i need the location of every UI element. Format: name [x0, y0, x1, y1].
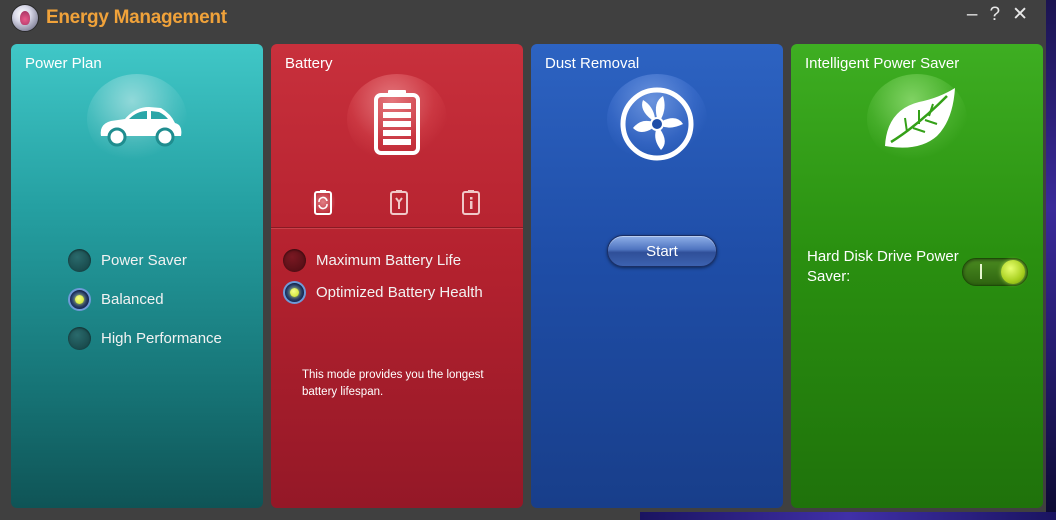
- battery-panel: Battery Maximum Battery Life Optimized B…: [271, 44, 523, 508]
- high-performance-radio[interactable]: [68, 327, 91, 350]
- optimized-battery-health-label: Optimized Battery Health: [316, 284, 483, 301]
- fan-icon: [607, 74, 707, 164]
- power-saver-radio[interactable]: [68, 249, 91, 272]
- dust-removal-panel: Dust Removal Start: [531, 44, 783, 508]
- energy-gauge-icon: [11, 4, 39, 32]
- maximum-battery-life-option[interactable]: Maximum Battery Life: [283, 249, 461, 272]
- car-icon: [87, 74, 187, 164]
- help-button[interactable]: ?: [990, 4, 1001, 26]
- battery-mode-description: This mode provides you the longest batte…: [302, 369, 484, 398]
- maximum-battery-life-radio[interactable]: [283, 249, 306, 272]
- minimize-button[interactable]: –: [967, 4, 978, 26]
- battery-refresh-icon[interactable]: [311, 188, 335, 216]
- high-performance-label: High Performance: [101, 330, 222, 347]
- desktop-background: [1046, 0, 1056, 520]
- leaf-icon: [867, 74, 967, 164]
- high-performance-option[interactable]: High Performance: [68, 327, 222, 350]
- window-controls: – ? ✕: [967, 4, 1028, 26]
- toggle-on-indicator: I: [980, 264, 982, 279]
- power-plan-title: Power Plan: [25, 55, 102, 72]
- dust-removal-title: Dust Removal: [545, 55, 640, 72]
- battery-icon: [347, 74, 447, 164]
- battery-wrench-icon[interactable]: [387, 188, 411, 216]
- battery-info-icon[interactable]: [459, 188, 483, 216]
- optimized-battery-health-option[interactable]: Optimized Battery Health: [283, 281, 483, 304]
- window-title: Energy Management: [46, 7, 227, 28]
- hdd-power-saver-label: Hard Disk Drive Power Saver:: [807, 248, 959, 285]
- close-button[interactable]: ✕: [1012, 4, 1028, 26]
- battery-tabs: [271, 184, 523, 229]
- optimized-battery-health-radio[interactable]: [283, 281, 306, 304]
- title-bar: Energy Management – ? ✕: [0, 0, 1046, 38]
- balanced-radio[interactable]: [68, 288, 91, 311]
- power-saver-option[interactable]: Power Saver: [68, 249, 187, 272]
- power-saver-label: Power Saver: [101, 252, 187, 269]
- maximum-battery-life-label: Maximum Battery Life: [316, 252, 462, 269]
- power-plan-panel: Power Plan Power Saver Balanced High Per…: [11, 44, 263, 508]
- toggle-knob[interactable]: [1001, 260, 1025, 284]
- intelligent-power-saver-title: Intelligent Power Saver: [805, 55, 960, 72]
- energy-management-window: Energy Management – ? ✕ Power Plan Power…: [0, 0, 1056, 520]
- desktop-background-bottom: [640, 512, 1056, 520]
- start-dust-removal-button[interactable]: Start: [607, 235, 717, 267]
- balanced-label: Balanced: [101, 291, 164, 308]
- balanced-option[interactable]: Balanced: [68, 288, 164, 311]
- hdd-power-saver-toggle[interactable]: I: [962, 258, 1028, 286]
- intelligent-power-saver-panel: Intelligent Power Saver Hard Disk Drive …: [791, 44, 1043, 508]
- battery-title: Battery: [285, 55, 333, 72]
